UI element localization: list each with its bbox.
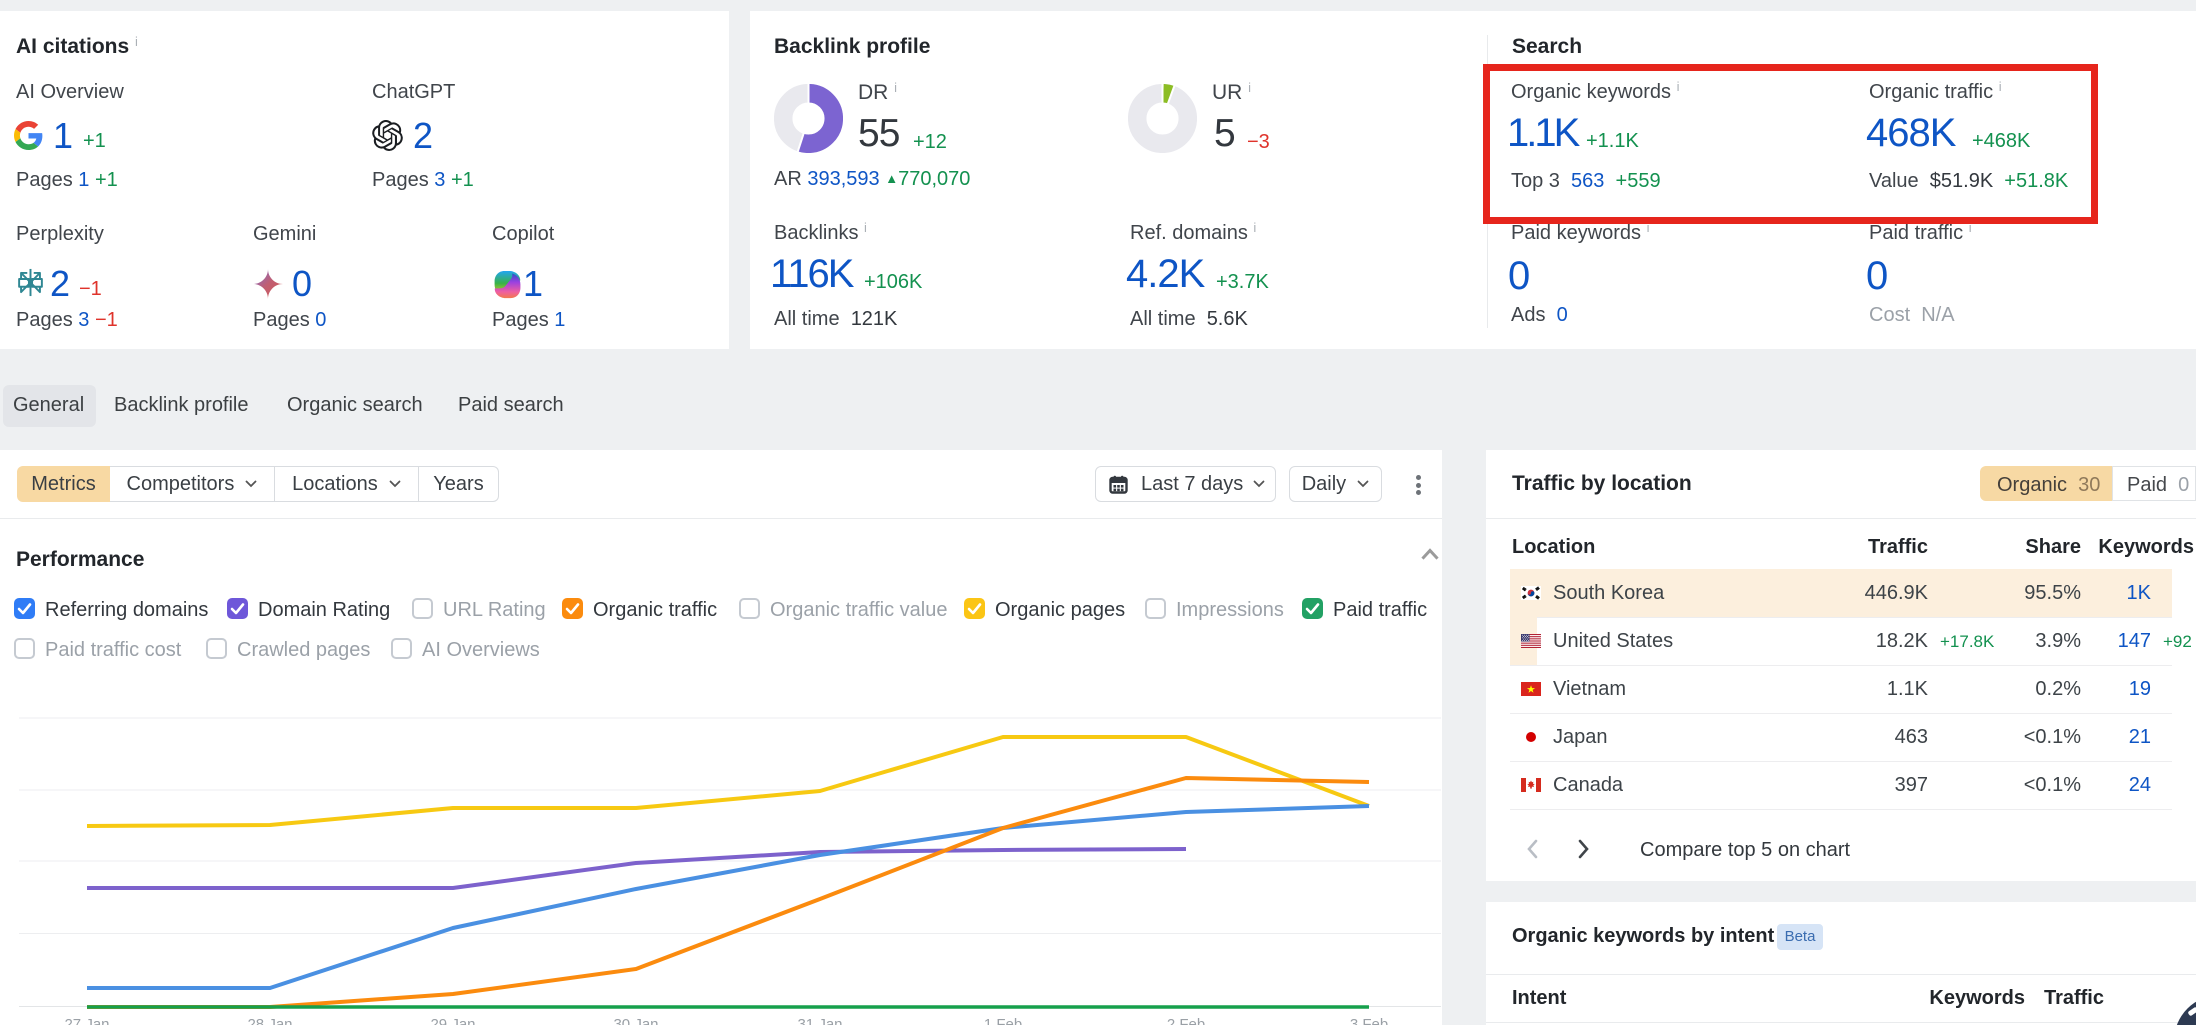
svg-text:30 Jan: 30 Jan: [613, 1016, 658, 1025]
svg-text:3 Feb: 3 Feb: [1350, 1016, 1388, 1025]
svg-text:31 Jan: 31 Jan: [797, 1016, 842, 1025]
svg-text:1 Feb: 1 Feb: [984, 1016, 1022, 1025]
svg-text:29 Jan: 29 Jan: [430, 1016, 475, 1025]
svg-text:27 Jan: 27 Jan: [64, 1016, 109, 1025]
svg-text:2 Feb: 2 Feb: [1167, 1016, 1205, 1025]
svg-text:28 Jan: 28 Jan: [247, 1016, 292, 1025]
